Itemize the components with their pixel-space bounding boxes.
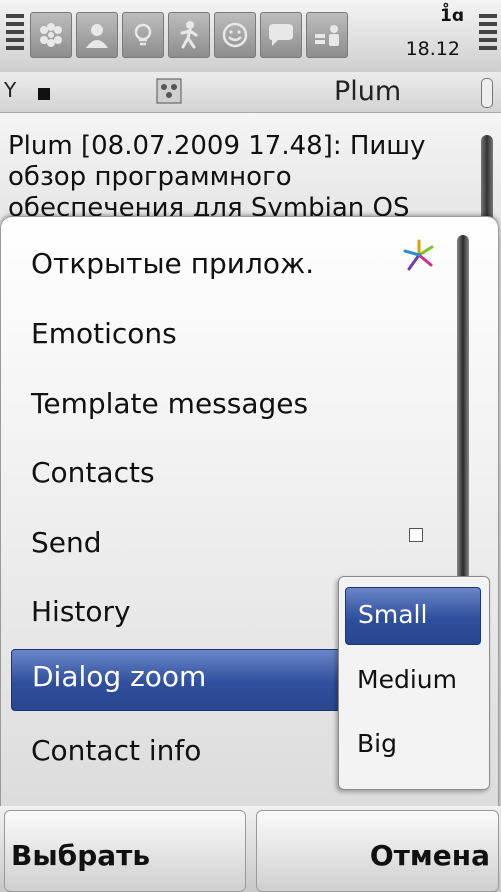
menu-item-emoticons[interactable]: Emoticons bbox=[11, 307, 341, 363]
lightbulb-icon bbox=[134, 23, 152, 46]
menu-item-history[interactable]: History bbox=[11, 585, 341, 641]
person-icon bbox=[86, 24, 108, 48]
active-apps-icon bbox=[403, 239, 434, 271]
menu-item-open-apps[interactable]: Открытые прилож. bbox=[11, 237, 341, 293]
contact-status-icon bbox=[156, 78, 182, 104]
softkey-label: Отмена bbox=[369, 839, 490, 872]
menu-item-label: Contact info bbox=[31, 734, 202, 767]
submenu-indicator-icon bbox=[409, 528, 423, 542]
select-softkey[interactable]: Выбрать bbox=[4, 810, 246, 892]
battery-level-icon bbox=[479, 14, 497, 54]
submenu-item-label: Medium bbox=[357, 665, 457, 694]
tab-smiley[interactable] bbox=[214, 12, 256, 58]
tab-strip bbox=[30, 12, 352, 58]
menu-item-label: Contacts bbox=[31, 456, 155, 489]
submenu-item-small[interactable]: Small bbox=[345, 587, 481, 645]
menu-item-label: Template messages bbox=[31, 387, 309, 420]
submenu-item-label: Big bbox=[357, 729, 397, 758]
signal-strength-icon bbox=[6, 14, 24, 54]
menu-item-label: Открытые прилож. bbox=[31, 247, 315, 280]
menu-item-dialog-zoom[interactable]: Dialog zoom bbox=[11, 649, 341, 711]
title-bar: Y Plum bbox=[0, 72, 501, 113]
tab-lightbulb[interactable] bbox=[122, 12, 164, 58]
chat-message: Plum [08.07.2009 17.48]: Пишу обзор прог… bbox=[8, 131, 426, 223]
zoom-submenu: Small Medium Big bbox=[338, 576, 490, 790]
tab-person[interactable] bbox=[76, 12, 118, 58]
menu-item-contact-info[interactable]: Contact info bbox=[11, 724, 341, 780]
speech-bubble-icon bbox=[269, 24, 293, 46]
user-card-icon bbox=[315, 25, 339, 46]
tab-running-person[interactable] bbox=[168, 12, 210, 58]
scrollbar-cap bbox=[481, 78, 493, 108]
menu-item-send[interactable]: Send bbox=[11, 516, 341, 572]
smiley-icon bbox=[222, 22, 248, 48]
running-person-icon bbox=[180, 21, 198, 49]
menu-item-label: Emoticons bbox=[31, 317, 177, 350]
submenu-item-medium[interactable]: Medium bbox=[345, 653, 479, 709]
clock: 18.12 bbox=[405, 38, 460, 60]
menu-item-template-messages[interactable]: Template messages bbox=[11, 377, 341, 433]
tab-contacts-group[interactable] bbox=[30, 12, 72, 58]
status-indicators: 1̊ɑ 18.12 bbox=[340, 0, 480, 72]
softkey-label: Выбрать bbox=[11, 839, 151, 872]
menu-item-label: Dialog zoom bbox=[32, 660, 207, 693]
cancel-softkey[interactable]: Отмена bbox=[256, 810, 499, 892]
contacts-group-icon bbox=[40, 23, 62, 47]
submenu-item-label: Small bbox=[358, 600, 428, 629]
softkey-bar: Выбрать Отмена bbox=[0, 806, 501, 892]
status-bar: 1̊ɑ 18.12 bbox=[0, 0, 501, 72]
connection-status-icon bbox=[38, 88, 50, 100]
network-indicator: 1̊ɑ bbox=[440, 6, 464, 26]
menu-item-label: Send bbox=[31, 526, 102, 559]
tab-speech-bubble[interactable] bbox=[260, 12, 302, 58]
page-title: Plum bbox=[334, 76, 402, 107]
menu-scrollbar[interactable] bbox=[457, 235, 469, 580]
menu-item-contacts[interactable]: Contacts bbox=[11, 446, 341, 502]
submenu-item-big[interactable]: Big bbox=[345, 717, 479, 773]
menu-item-label: History bbox=[31, 595, 131, 628]
antenna-icon: Y bbox=[4, 78, 17, 102]
